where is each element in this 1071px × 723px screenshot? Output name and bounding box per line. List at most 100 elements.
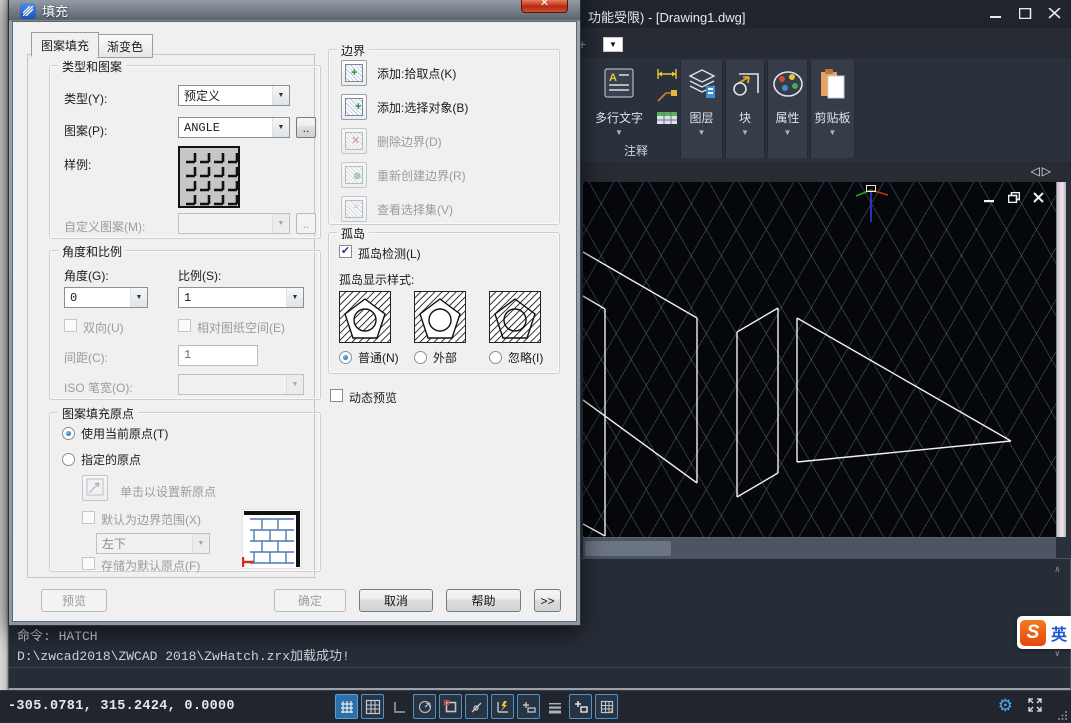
island-outer-radio[interactable]: 外部: [414, 349, 457, 366]
island-swatch-normal[interactable]: [339, 291, 391, 343]
chevron-down-icon: ▼: [272, 214, 289, 233]
command-history-line-1: 命令: HATCH: [17, 625, 98, 644]
resize-grip[interactable]: [1058, 709, 1068, 719]
checkbox-icon: [82, 511, 95, 524]
expand-button[interactable]: >>: [534, 589, 561, 612]
pattern-browse-button[interactable]: ..: [296, 117, 316, 138]
scale-combobox[interactable]: 1▼: [178, 287, 304, 308]
vertical-scrollbar[interactable]: [1056, 182, 1066, 537]
panel-block[interactable]: 块 ▼: [725, 60, 765, 158]
set-origin-button: [82, 475, 108, 501]
block-icon: [729, 68, 761, 103]
quick-access-dropdown-icon[interactable]: ▼: [603, 37, 623, 52]
panel-properties[interactable]: 属性 ▼: [767, 60, 808, 158]
use-current-origin-radio[interactable]: 使用当前原点(T): [62, 425, 168, 442]
panel-layer-label: 图层: [689, 109, 713, 126]
custom-pattern-combobox: ▼: [178, 213, 290, 234]
island-swatch-ignore[interactable]: [489, 291, 541, 343]
chevron-down-icon: ▼: [272, 86, 289, 105]
annotation-scale-toggle[interactable]: [595, 694, 618, 719]
drawing-viewport[interactable]: [583, 182, 1056, 537]
angle-label: 角度(G):: [64, 267, 109, 284]
panel-clipboard[interactable]: 剪贴板 ▼: [810, 60, 855, 158]
coordinates-display: -305.0781, 315.2424, 0.0000: [8, 699, 235, 714]
island-ignore-radio[interactable]: 忽略(I): [489, 349, 543, 366]
viewport-restore-icon[interactable]: [1008, 192, 1020, 206]
mtext-label: 多行文字: [595, 109, 643, 126]
panel-clipboard-caret-icon: ▼: [829, 128, 837, 137]
group-islands: 孤岛 ✔孤岛检测(L) 孤岛显示样式: 普通(N) 外部 忽略(I): [328, 232, 560, 374]
chevron-down-icon: ▼: [130, 288, 147, 307]
scrollbar-thumb[interactable]: [585, 541, 671, 556]
angle-combobox[interactable]: 0▼: [64, 287, 148, 308]
dynamic-input-toggle[interactable]: [517, 694, 540, 719]
type-combobox[interactable]: 预定义▼: [178, 85, 290, 106]
viewport-minimize-icon[interactable]: [984, 192, 995, 206]
add-select-objects-button[interactable]: +: [341, 94, 367, 120]
panel-block-label: 块: [739, 109, 751, 126]
dialog-hatch-icon: [20, 3, 36, 19]
viewport-close-icon[interactable]: [1033, 192, 1044, 206]
otrack-toggle[interactable]: [465, 694, 488, 719]
quick-properties-toggle[interactable]: [569, 694, 592, 719]
sogou-icon: S: [1020, 620, 1046, 646]
specified-origin-radio[interactable]: 指定的原点: [62, 451, 141, 468]
ime-badge[interactable]: S 英: [1017, 616, 1071, 649]
island-normal-radio[interactable]: 普通(N): [339, 349, 399, 366]
ime-lang-label: 英: [1051, 621, 1067, 645]
scroll-right-icon[interactable]: ▷: [1042, 164, 1053, 178]
scroll-left-icon[interactable]: ◁: [1031, 164, 1042, 178]
window-close-button[interactable]: [1048, 8, 1061, 19]
group-boundary: 边界 + 添加:拾取点(K) + 添加:选择对象(B) ✕ 删除边界(D): [328, 49, 560, 225]
dynamic-preview-checkbox[interactable]: 动态预览: [330, 389, 397, 406]
dialog-close-button[interactable]: ✕: [521, 0, 568, 13]
dynamic-ucs-toggle[interactable]: [491, 694, 514, 719]
panel-layer[interactable]: 图层 ▼: [680, 60, 723, 158]
snap-toggle[interactable]: [335, 694, 358, 719]
horizontal-scrollbar[interactable]: [583, 537, 1056, 558]
chevron-down-icon: ▼: [286, 375, 303, 394]
command-input[interactable]: [9, 668, 1070, 689]
checkbox-icon: [330, 389, 343, 402]
grid-toggle[interactable]: [361, 694, 384, 719]
checkbox-icon: [178, 319, 191, 332]
preview-button: 预览: [41, 589, 107, 612]
hatch-dialog: 填充 ✕ 图案填充 渐变色 类型和图案 类型(Y): 预定义▼ 图案(P): A…: [8, 0, 581, 626]
cancel-button[interactable]: 取消: [359, 589, 433, 612]
sample-swatch[interactable]: [178, 146, 240, 211]
store-default-origin-checkbox: 存储为默认原点(F): [82, 557, 200, 574]
polar-toggle[interactable]: [413, 694, 436, 719]
island-swatch-outer[interactable]: [414, 291, 466, 343]
fullscreen-icon[interactable]: [1027, 697, 1043, 716]
dialog-title: 填充: [42, 1, 68, 20]
window-minimize-button[interactable]: [990, 8, 1003, 19]
statusbar: -305.0781, 315.2424, 0.0000 ⚙: [0, 690, 1071, 722]
recreate-boundary-icon: ⊕: [345, 166, 363, 184]
spacing-label: 间距(C):: [64, 349, 108, 366]
panel-block-caret-icon: ▼: [741, 128, 749, 137]
svg-text:A: A: [609, 72, 617, 84]
command-expand-icon[interactable]: ∨: [1055, 649, 1060, 659]
click-set-origin-label: 单击以设置新原点: [120, 483, 216, 500]
ok-button: 确定: [274, 589, 346, 612]
select-objects-icon: +: [345, 98, 363, 116]
group-angle-scale: 角度和比例 角度(G): 比例(S): 0▼ 1▼ 双向(U) 相对图纸空间(E…: [49, 250, 321, 400]
command-collapse-icon[interactable]: ∧: [1055, 565, 1060, 575]
view-selection-button: ▫: [341, 196, 367, 222]
lineweight-toggle[interactable]: [543, 694, 566, 719]
wireframe-drawing: [583, 182, 1056, 537]
tab-pattern-fill[interactable]: 图案填充: [31, 32, 99, 57]
panel-properties-caret-icon: ▼: [784, 128, 792, 137]
window-maximize-button[interactable]: [1019, 8, 1032, 19]
pattern-combobox[interactable]: ANGLE▼: [178, 117, 290, 138]
tab-gradient[interactable]: 渐变色: [97, 34, 153, 58]
type-label: 类型(Y):: [64, 90, 107, 107]
island-detection-checkbox[interactable]: ✔孤岛检测(L): [339, 245, 421, 262]
chevron-down-icon: ▼: [286, 288, 303, 307]
ortho-toggle[interactable]: [387, 694, 410, 719]
add-pick-points-button[interactable]: +: [341, 60, 367, 86]
help-button[interactable]: 帮助: [446, 589, 521, 612]
osnap-toggle[interactable]: [439, 694, 462, 719]
dialog-titlebar[interactable]: 填充: [20, 1, 68, 20]
settings-gear-icon[interactable]: ⚙: [998, 696, 1013, 716]
